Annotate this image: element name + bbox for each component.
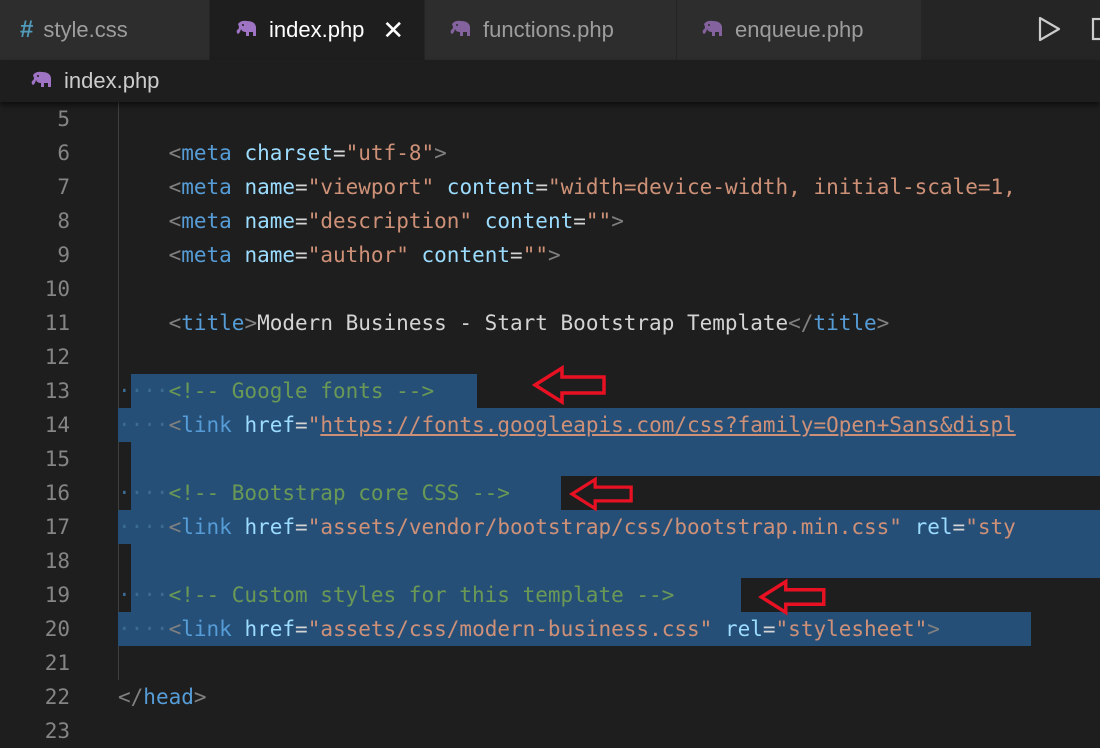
- code-text: ····<link href="https://fonts.googleapis…: [118, 413, 1016, 437]
- annotation-arrow-icon: [532, 364, 606, 406]
- breadcrumb-file: index.php: [64, 68, 160, 93]
- code-line: 7 <meta name="viewport" content="width=d…: [0, 170, 1100, 204]
- url-link[interactable]: https://fonts.googleapis.com/css?family=…: [320, 413, 1015, 437]
- tab-enqueue-php[interactable]: enqueue.php: [677, 0, 922, 60]
- line-number: 11: [44, 311, 70, 335]
- tab-label: functions.php: [483, 17, 614, 42]
- code-line: 5: [0, 102, 1100, 136]
- line-number: 18: [44, 549, 70, 573]
- code-line-selected: 17 ····<link href="assets/vendor/bootstr…: [0, 510, 1100, 544]
- code-line-selected: 15: [0, 442, 1100, 476]
- php-elephant-icon: [30, 71, 54, 91]
- close-icon[interactable]: ✕: [382, 15, 404, 46]
- tab-functions-php[interactable]: functions.php: [425, 0, 677, 60]
- code-text: <meta name="viewport" content="width=dev…: [168, 175, 1016, 199]
- run-icon[interactable]: [1034, 14, 1064, 44]
- code-line: 22 </head>: [0, 680, 1100, 714]
- code-line: 11 <title>Modern Business - Start Bootst…: [0, 306, 1100, 340]
- line-number: 9: [57, 243, 70, 267]
- php-elephant-icon: [449, 20, 473, 40]
- tab-index-php[interactable]: index.php ✕: [210, 0, 425, 60]
- breadcrumb[interactable]: index.php: [0, 60, 1100, 102]
- code-text: <meta name="author" content="">: [168, 243, 561, 267]
- code-line: 21: [0, 646, 1100, 680]
- php-elephant-icon: [235, 20, 259, 40]
- line-number: 5: [57, 107, 70, 131]
- css-hash-icon: #: [20, 16, 34, 43]
- code-line: 8 <meta name="description" content="">: [0, 204, 1100, 238]
- line-number: 21: [44, 651, 70, 675]
- line-number: 17: [44, 515, 70, 539]
- code-line: 9 <meta name="author" content="">: [0, 238, 1100, 272]
- selection-highlight: [131, 544, 1100, 578]
- code-text: <meta name="description" content="">: [168, 209, 624, 233]
- code-text: </head>: [118, 685, 207, 709]
- code-line: 10: [0, 272, 1100, 306]
- code-line-selected: 16 ····<!-- Bootstrap core CSS -->: [0, 476, 1100, 510]
- selection-highlight: [131, 442, 1100, 476]
- tab-label: enqueue.php: [735, 17, 864, 42]
- annotation-arrow-icon: [568, 476, 633, 512]
- code-line-selected: 20 ····<link href="assets/css/modern-bus…: [0, 612, 1100, 646]
- code-line-selected: 18: [0, 544, 1100, 578]
- tab-label: index.php: [269, 17, 365, 42]
- code-text: <title>Modern Business - Start Bootstrap…: [168, 311, 890, 335]
- line-number: 16: [44, 481, 70, 505]
- php-elephant-icon: [701, 20, 725, 40]
- code-text: ····<!-- Bootstrap core CSS -->: [118, 481, 510, 505]
- line-number: 23: [44, 719, 70, 743]
- line-number: 22: [44, 685, 70, 709]
- line-number: 6: [57, 141, 70, 165]
- editor-tab-bar: # style.css index.php ✕ functions.php en…: [0, 0, 1100, 60]
- annotation-arrow-icon: [758, 578, 826, 616]
- line-number: 19: [44, 583, 70, 607]
- code-text: ····<!-- Custom styles for this template…: [118, 583, 675, 607]
- tab-label: style.css: [43, 17, 128, 42]
- tab-style-css[interactable]: # style.css: [0, 0, 210, 60]
- line-number: 12: [44, 345, 70, 369]
- code-line-selected: 19 ····<!-- Custom styles for this templ…: [0, 578, 1100, 612]
- line-number: 20: [44, 617, 70, 641]
- code-text: ····<link href="assets/vendor/bootstrap/…: [118, 515, 1016, 539]
- split-editor-icon[interactable]: [1090, 16, 1100, 42]
- code-text: ····<!-- Google fonts -->: [118, 379, 435, 403]
- line-number: 10: [44, 277, 70, 301]
- line-number: 13: [44, 379, 70, 403]
- line-number: 15: [44, 447, 70, 471]
- line-number: 8: [57, 209, 70, 233]
- line-number: 7: [57, 175, 70, 199]
- line-number: 14: [44, 413, 70, 437]
- code-editor[interactable]: 5 6 <meta charset="utf-8"> 7 <meta name=…: [0, 102, 1100, 748]
- code-text: <meta charset="utf-8">: [168, 141, 447, 165]
- code-line: 23: [0, 714, 1100, 748]
- code-line: 6 <meta charset="utf-8">: [0, 136, 1100, 170]
- code-text: ····<link href="assets/css/modern-busine…: [118, 617, 940, 641]
- code-line-selected: 14 ····<link href="https://fonts.googlea…: [0, 408, 1100, 442]
